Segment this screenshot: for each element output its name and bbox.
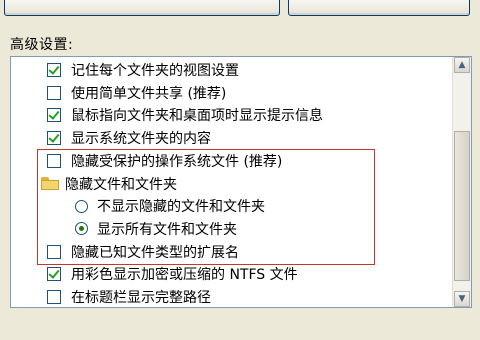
top-left-button[interactable] [4,0,280,16]
settings-item-label: 鼠标指向文件夹和桌面项时显示提示信息 [71,108,323,125]
settings-item-10[interactable]: 在标题栏显示完整路径 [11,286,471,307]
settings-item-label: 用彩色显示加密或压缩的 NTFS 文件 [71,267,298,284]
checkbox[interactable] [47,244,61,259]
settings-item-8[interactable]: 隐藏已知文件类型的扩展名 [11,241,471,263]
checkbox[interactable] [47,85,61,100]
scrollbar-thumb[interactable] [454,131,470,281]
settings-item-2[interactable]: 鼠标指向文件夹和桌面项时显示提示信息 [11,104,471,126]
settings-item-6[interactable]: 不显示隐藏的文件和文件夹 [11,195,471,217]
folder-icon [41,177,59,190]
settings-item-label: 隐藏受保护的操作系统文件 (推荐) [71,153,283,170]
settings-item-4[interactable]: 隐藏受保护的操作系统文件 (推荐) [11,150,471,172]
checkbox[interactable] [47,290,61,304]
vertical-scrollbar[interactable]: ▲ ▼ [452,57,471,307]
settings-item-label: 在标题栏显示完整路径 [71,290,211,306]
settings-item-label: 显示系统文件夹的内容 [71,131,211,148]
checkbox[interactable] [47,153,61,168]
settings-item-label: 隐藏文件和文件夹 [65,176,177,193]
settings-item-3[interactable]: 显示系统文件夹的内容 [11,127,471,149]
settings-item-label: 隐藏已知文件类型的扩展名 [71,244,239,261]
settings-item-label: 使用简单文件共享 (推荐) [71,85,227,102]
settings-item-label: 显示所有文件和文件夹 [97,221,237,238]
settings-item-7[interactable]: 显示所有文件和文件夹 [11,218,471,240]
settings-item-9[interactable]: 用彩色显示加密或压缩的 NTFS 文件 [11,263,471,285]
checkbox[interactable] [47,108,61,123]
settings-item-1[interactable]: 使用简单文件共享 (推荐) [11,82,471,104]
radio-button[interactable] [75,222,88,236]
top-right-button[interactable] [288,0,470,16]
scroll-down-arrow-icon[interactable]: ▼ [454,291,470,307]
checkbox[interactable] [47,131,61,146]
radio-button[interactable] [75,199,88,213]
advanced-settings-list[interactable]: 记住每个文件夹的视图设置 使用简单文件共享 (推荐) 鼠标指向文件夹和桌面项时显示提… [10,56,472,308]
advanced-settings-label: 高级设置: [10,37,74,53]
settings-item-5: 隐藏文件和文件夹 [11,173,471,195]
scroll-up-arrow-icon[interactable]: ▲ [454,57,470,73]
settings-item-label: 不显示隐藏的文件和文件夹 [97,199,265,216]
checkbox[interactable] [47,267,61,282]
settings-item-0[interactable]: 记住每个文件夹的视图设置 [11,59,471,81]
checkbox[interactable] [47,63,61,77]
settings-item-label: 记住每个文件夹的视图设置 [71,63,239,79]
